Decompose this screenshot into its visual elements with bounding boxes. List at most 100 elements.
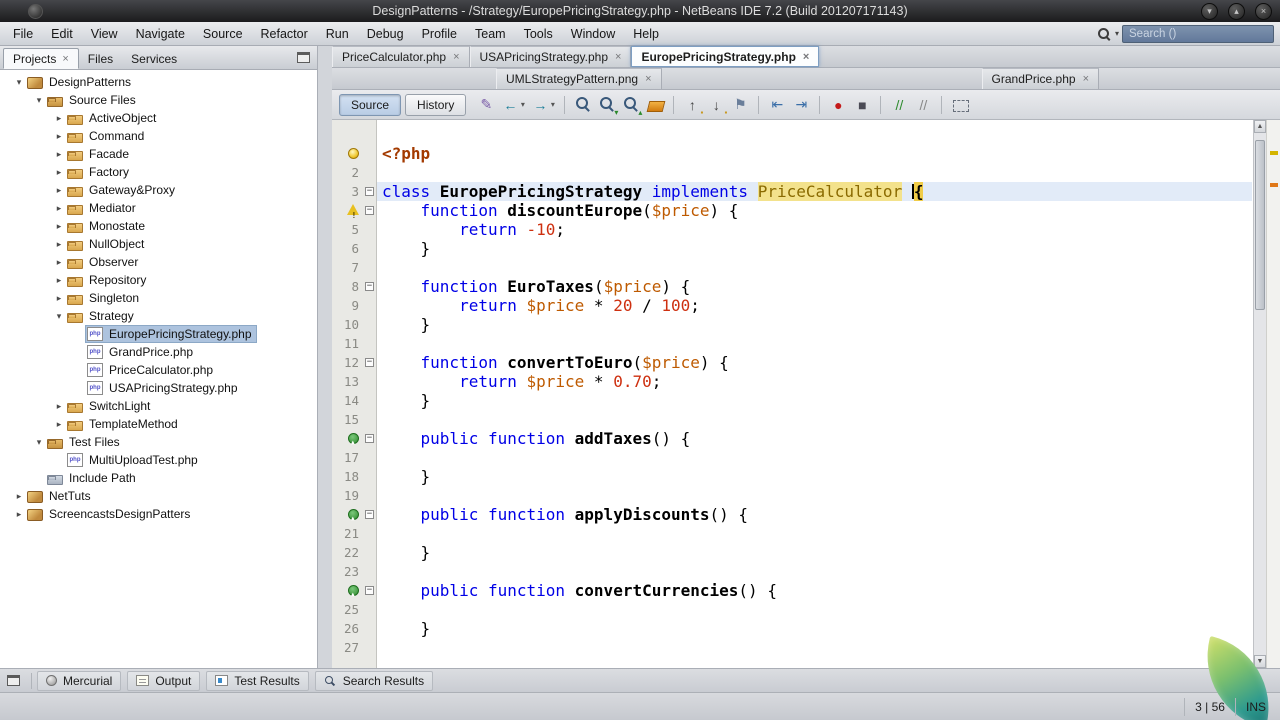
back-history-icon[interactable]: ▾	[518, 94, 527, 116]
minimized-window-test-results[interactable]: Test Results	[206, 670, 309, 691]
tree-item-source-files[interactable]: ▾ Source Files	[0, 91, 317, 109]
expand-arrow-icon[interactable]: ▸	[52, 275, 66, 286]
close-icon[interactable]: ×	[615, 52, 621, 63]
close-icon[interactable]: ×	[453, 52, 459, 63]
editor-tab-umlstrategypattern-png[interactable]: UMLStrategyPattern.png ×	[496, 68, 662, 89]
insert-mode-indicator[interactable]: INS	[1234, 697, 1276, 716]
tree-item-command[interactable]: ▸ Command	[0, 127, 317, 145]
window-menu-icon[interactable]	[28, 3, 43, 19]
next-bookmark-icon[interactable]: ↓ ▪	[705, 94, 728, 117]
code-line-20[interactable]: − public function applyDiscounts() {	[332, 505, 1252, 528]
editor-tab-grandprice-php[interactable]: GrandPrice.php ×	[981, 68, 1099, 89]
code-text[interactable]: }	[377, 467, 1252, 486]
tree-item-singleton[interactable]: ▸ Singleton	[0, 289, 317, 307]
tree-item-observer[interactable]: ▸ Observer	[0, 253, 317, 271]
restore-window-group-icon[interactable]	[7, 675, 20, 686]
fold-toggle-icon[interactable]: −	[365, 282, 374, 291]
collapse-arrow-icon[interactable]: ▾	[32, 437, 46, 448]
tree-item-mediator[interactable]: ▸ Mediator	[0, 199, 317, 217]
start-macro-recording-icon[interactable]: ●	[827, 94, 849, 116]
rectangular-selection-icon[interactable]	[949, 94, 971, 116]
code-line-26[interactable]: 26 }	[332, 619, 1252, 638]
code-line-2[interactable]: 2	[332, 163, 1252, 182]
tree-item-designpatterns[interactable]: ▾ DesignPatterns	[0, 73, 317, 91]
toggle-highlight-search-icon[interactable]	[644, 94, 666, 116]
expand-arrow-icon[interactable]: ▸	[52, 203, 66, 214]
panel-splitter[interactable]	[318, 46, 332, 668]
code-line-3[interactable]: 3− class EuropePricingStrategy implements…	[332, 182, 1252, 201]
expand-arrow-icon[interactable]: ▸	[52, 221, 66, 232]
scroll-down-arrow-icon[interactable]: ▼	[1254, 655, 1266, 668]
tree-item-switchlight[interactable]: ▸ SwitchLight	[0, 397, 317, 415]
maximize-button[interactable]: ▴	[1228, 2, 1245, 20]
warning-icon[interactable]	[347, 204, 359, 225]
source-view-button[interactable]: Source	[339, 93, 402, 116]
code-line-8[interactable]: 8− function EuroTaxes($price) {	[332, 277, 1252, 296]
editor-tab-usapricingstrategy-php[interactable]: USAPricingStrategy.php ×	[469, 46, 632, 67]
code-text[interactable]	[377, 258, 1252, 277]
panel-tab-services[interactable]: Services	[122, 48, 186, 69]
minimized-window-mercurial[interactable]: Mercurial	[37, 670, 122, 691]
tree-item-gateway-proxy[interactable]: ▸ Gateway&Proxy	[0, 181, 317, 199]
jump-last-edit-icon[interactable]: ✎	[475, 94, 497, 116]
shift-line-right-icon[interactable]: ⇥	[790, 94, 812, 116]
shift-line-left-icon[interactable]: ⇤	[766, 94, 788, 116]
editor-vertical-scrollbar[interactable]: ▲ ▼	[1253, 120, 1266, 668]
editor-tab-pricecalculator-php[interactable]: PriceCalculator.php ×	[332, 46, 470, 67]
menu-navigate[interactable]: Navigate	[127, 24, 194, 44]
code-line-18[interactable]: 18 }	[332, 467, 1252, 486]
code-area[interactable]: <?php 2 3− class EuropePricingStrategy impl…	[332, 144, 1252, 657]
tree-item-include-path[interactable]: Include Path	[0, 469, 317, 487]
tree-item-factory[interactable]: ▸ Factory	[0, 163, 317, 181]
fold-toggle-icon[interactable]: −	[365, 206, 374, 215]
close-icon[interactable]: ×	[803, 51, 809, 62]
collapse-arrow-icon[interactable]: ▾	[12, 77, 26, 88]
code-line-17[interactable]: 17	[332, 448, 1252, 467]
menu-tools[interactable]: Tools	[515, 24, 562, 44]
code-line-9[interactable]: 9 return $price * 20 / 100;	[332, 296, 1252, 315]
code-line-27[interactable]: 27	[332, 638, 1252, 657]
code-text[interactable]	[377, 638, 1252, 657]
code-line-19[interactable]: 19	[332, 486, 1252, 505]
toggle-bookmark-icon[interactable]: ⚑	[729, 94, 751, 116]
code-text[interactable]	[377, 600, 1252, 619]
tree-item-multiuploadtest-php[interactable]: php MultiUploadTest.php	[0, 451, 317, 469]
expand-arrow-icon[interactable]: ▸	[52, 167, 66, 178]
code-text[interactable]: function discountEurope($price) {	[377, 201, 1252, 220]
tree-item-test-files[interactable]: ▾ Test Files	[0, 433, 317, 451]
menu-help[interactable]: Help	[624, 24, 668, 44]
code-line-23[interactable]: 23	[332, 562, 1252, 581]
menu-window[interactable]: Window	[562, 24, 624, 44]
fold-toggle-icon[interactable]: −	[365, 187, 374, 196]
code-line-22[interactable]: 22 }	[332, 543, 1252, 562]
code-text[interactable]: class EuropePricingStrategy implements P…	[377, 182, 1252, 201]
code-line-11[interactable]: 11	[332, 334, 1252, 353]
code-text[interactable]	[377, 524, 1252, 543]
tree-item-strategy[interactable]: ▾ Strategy	[0, 307, 317, 325]
minimized-window-output[interactable]: Output	[127, 670, 201, 691]
error-stripe-warning-mark[interactable]	[1270, 183, 1278, 187]
code-line-4[interactable]: − function discountEurope($price) {	[332, 201, 1252, 225]
code-text[interactable]	[377, 410, 1252, 429]
panel-tab-projects[interactable]: Projects ×	[3, 48, 79, 69]
expand-arrow-icon[interactable]: ▸	[52, 239, 66, 250]
menu-source[interactable]: Source	[194, 24, 252, 44]
menu-edit[interactable]: Edit	[42, 24, 82, 44]
code-line-10[interactable]: 10 }	[332, 315, 1252, 334]
code-text[interactable]	[377, 562, 1252, 581]
tree-item-nullobject[interactable]: ▸ NullObject	[0, 235, 317, 253]
expand-arrow-icon[interactable]: ▸	[52, 293, 66, 304]
implements-badge-icon[interactable]	[348, 585, 359, 604]
uncomment-lines-icon[interactable]: //	[912, 94, 934, 116]
tree-item-monostate[interactable]: ▸ Monostate	[0, 217, 317, 235]
search-dropdown-arrow-icon[interactable]: ▾	[1115, 29, 1119, 38]
panel-tab-files[interactable]: Files	[79, 48, 122, 69]
tree-item-nettuts[interactable]: ▸ NetTuts	[0, 487, 317, 505]
panel-minimize-icon[interactable]	[297, 52, 310, 63]
expand-arrow-icon[interactable]: ▸	[52, 185, 66, 196]
code-text[interactable]: function convertToEuro($price) {	[377, 353, 1252, 372]
expand-arrow-icon[interactable]: ▸	[52, 131, 66, 142]
code-line-15[interactable]: 15	[332, 410, 1252, 429]
find-next-occurrence-icon[interactable]: ▾	[596, 94, 618, 117]
close-icon[interactable]: ×	[1083, 74, 1089, 85]
